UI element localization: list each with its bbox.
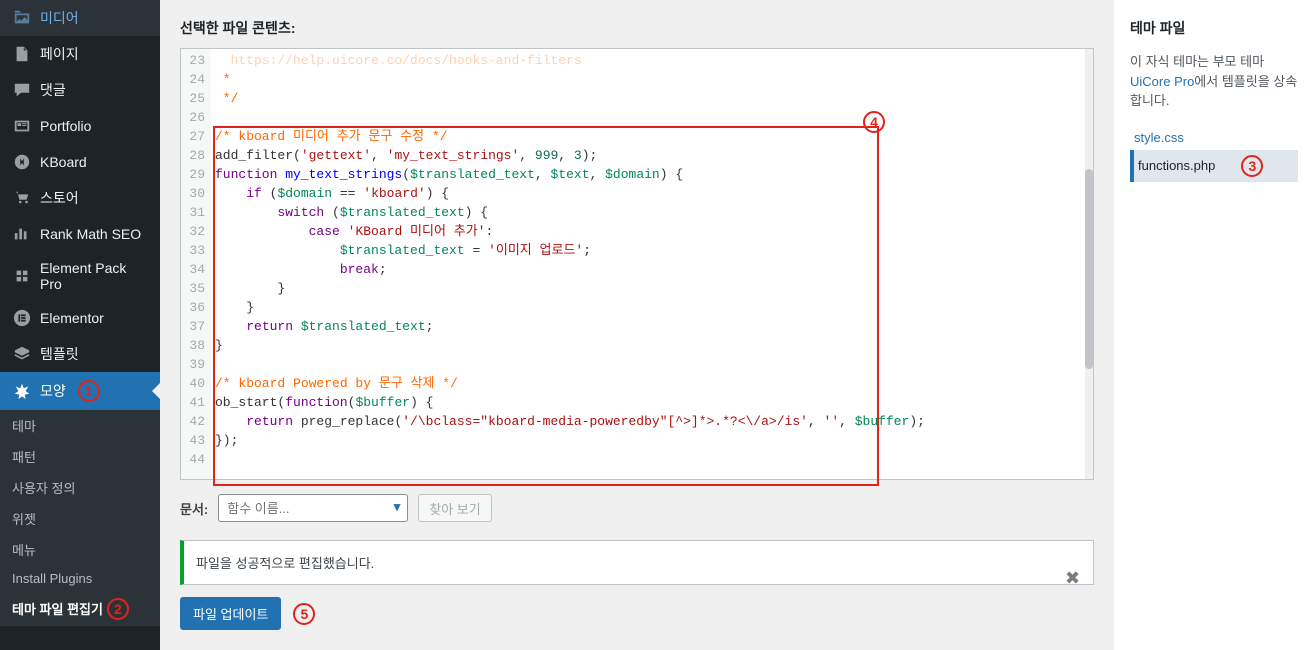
- lookup-button[interactable]: 찾아 보기: [418, 494, 491, 522]
- line-numbers: 23 24 25 26 27 28 29 30 31 32 33 34 35 3…: [181, 49, 211, 479]
- sidebar-item-label: 모양: [40, 381, 66, 401]
- ep-icon: [12, 266, 32, 286]
- sidebar-item-pages[interactable]: 페이지: [0, 36, 160, 72]
- sidebar-item-label: Rank Math SEO: [40, 226, 141, 242]
- dismiss-icon[interactable]: ✖: [1065, 568, 1085, 588]
- sub-pattern[interactable]: 패턴: [0, 441, 160, 472]
- appearance-icon: [12, 381, 32, 401]
- update-file-button[interactable]: 파일 업데이트: [180, 597, 281, 630]
- code-area[interactable]: https://help.uicore.co/docs/hooks-and-fi…: [211, 49, 1085, 479]
- file-stylecss[interactable]: style.css: [1130, 125, 1298, 150]
- sub-menus[interactable]: 메뉴: [0, 534, 160, 565]
- store-icon: [12, 188, 32, 208]
- sidebar-item-appearance[interactable]: 모양 1: [0, 372, 160, 410]
- function-search-input[interactable]: [218, 494, 408, 522]
- template-icon: [12, 344, 32, 364]
- portfolio-icon: [12, 116, 32, 136]
- seo-icon: [12, 224, 32, 244]
- page-icon: [12, 44, 32, 64]
- sidebar-item-label: KBoard: [40, 154, 87, 170]
- annotation-5: 5: [293, 603, 315, 625]
- sidebar-item-label: Element Pack Pro: [40, 260, 152, 292]
- sidebar-item-elementor[interactable]: Elementor: [0, 300, 160, 336]
- editor-heading: 선택한 파일 콘텐츠:: [180, 0, 1094, 48]
- parent-theme-link[interactable]: UiCore Pro: [1130, 74, 1194, 89]
- sub-install-plugins[interactable]: Install Plugins: [0, 565, 160, 592]
- sub-customize[interactable]: 사용자 정의: [0, 472, 160, 503]
- success-notice: 파일을 성공적으로 편집했습니다. ✖: [180, 540, 1094, 585]
- sidebar-item-label: 미디어: [40, 8, 79, 28]
- sidebar-item-label: Elementor: [40, 310, 104, 326]
- notice-text: 파일을 성공적으로 편집했습니다.: [196, 556, 374, 571]
- sidebar-item-label: 스토어: [40, 188, 79, 208]
- kboard-icon: [12, 152, 32, 172]
- sidebar-item-portfolio[interactable]: Portfolio: [0, 108, 160, 144]
- sidebar-item-label: Portfolio: [40, 118, 91, 134]
- sidebar-item-label: 페이지: [40, 44, 79, 64]
- panel-title: 테마 파일: [1130, 18, 1298, 38]
- sidebar-item-label: 템플릿: [40, 344, 79, 364]
- theme-files-panel: 테마 파일 이 자식 테마는 부모 테마 UiCore Pro에서 템플릿을 상…: [1114, 0, 1314, 650]
- sub-themes[interactable]: 테마: [0, 410, 160, 441]
- code-editor[interactable]: 23 24 25 26 27 28 29 30 31 32 33 34 35 3…: [180, 48, 1094, 480]
- sidebar-item-store[interactable]: 스토어: [0, 180, 160, 216]
- annotation-4: 4: [863, 111, 885, 133]
- sidebar-item-kboard[interactable]: KBoard: [0, 144, 160, 180]
- admin-sidebar: 미디어 페이지 댓글 Portfolio KBoard 스토어 Rank Mat…: [0, 0, 160, 650]
- file-functionsphp[interactable]: functions.php3: [1130, 150, 1298, 182]
- sub-theme-editor[interactable]: 테마 파일 편집기2: [0, 592, 160, 626]
- submenu: 테마 패턴 사용자 정의 위젯 메뉴 Install Plugins 테마 파일…: [0, 410, 160, 626]
- main-content: 선택한 파일 콘텐츠: 23 24 25 26 27 28 29 30 31 3…: [160, 0, 1114, 650]
- elementor-icon: [12, 308, 32, 328]
- sidebar-item-comments[interactable]: 댓글: [0, 72, 160, 108]
- sidebar-item-template[interactable]: 템플릿: [0, 336, 160, 372]
- sidebar-item-rankmath[interactable]: Rank Math SEO: [0, 216, 160, 252]
- annotation-3: 3: [1241, 155, 1263, 177]
- sidebar-item-label: 댓글: [40, 80, 66, 100]
- annotation-2: 2: [107, 598, 129, 620]
- sub-widgets[interactable]: 위젯: [0, 503, 160, 534]
- panel-desc: 이 자식 테마는 부모 테마 UiCore Pro에서 템플릿을 상속합니다.: [1130, 52, 1298, 111]
- media-icon: [12, 8, 32, 28]
- scrollbar-thumb[interactable]: [1085, 169, 1093, 369]
- editor-scrollbar[interactable]: [1085, 49, 1093, 479]
- annotation-1: 1: [78, 380, 100, 402]
- sidebar-item-media[interactable]: 미디어: [0, 0, 160, 36]
- sidebar-item-elementpack[interactable]: Element Pack Pro: [0, 252, 160, 300]
- doc-label: 문서:: [180, 499, 208, 518]
- comment-icon: [12, 80, 32, 100]
